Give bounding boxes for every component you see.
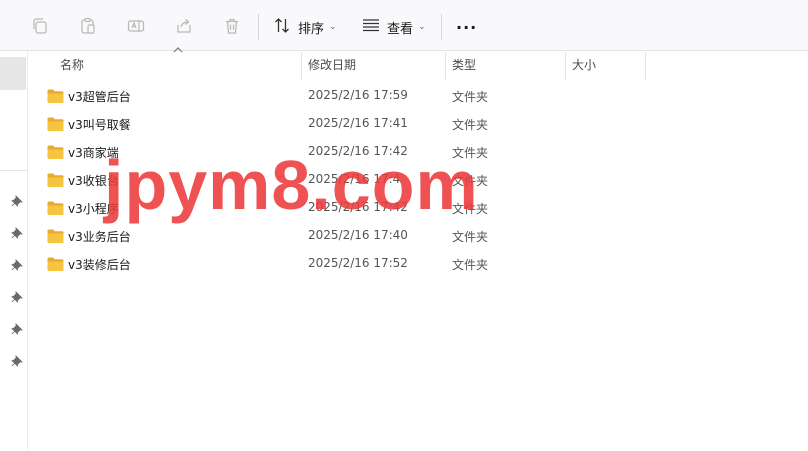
file-modified-date: 2025/2/16 17:4 [308, 172, 401, 186]
file-modified-date: 2025/2/16 17:40 [308, 228, 408, 242]
file-type: 文件夹 [452, 202, 489, 216]
file-modified-date: 2025/2/16 17:42 [308, 144, 408, 158]
copy-icon[interactable] [30, 16, 50, 36]
file-row[interactable]: v3装修后台 2025/2/16 17:52 文件夹 [40, 250, 560, 278]
column-header-type[interactable]: 类型 [452, 52, 564, 80]
folder-icon [47, 117, 64, 131]
nav-divider [0, 170, 28, 171]
file-type: 文件夹 [452, 118, 489, 132]
pin-icon [11, 355, 23, 367]
file-type: 文件夹 [452, 146, 489, 160]
column-header-date[interactable]: 修改日期 [308, 52, 444, 80]
toolbar-separator [258, 14, 259, 40]
paste-icon[interactable] [78, 16, 98, 36]
column-divider[interactable] [301, 52, 302, 80]
file-name: v3叫号取餐 [68, 118, 131, 132]
pin-icon [11, 323, 23, 335]
pin-icon [11, 227, 23, 239]
file-modified-date: 2025/2/16 17:41 [308, 116, 408, 130]
pin-icon [11, 291, 23, 303]
column-header-name[interactable]: 名称 [60, 52, 300, 80]
folder-icon [47, 173, 64, 187]
chevron-down-icon: ⌄ [329, 22, 337, 32]
sort-icon [274, 17, 291, 38]
file-name: v3商家端 [68, 146, 119, 160]
toolbar-separator [441, 14, 442, 40]
folder-icon [47, 201, 64, 215]
file-row[interactable]: v3收银台 2025/2/16 17:4 文件夹 [40, 166, 560, 194]
file-name: v3装修后台 [68, 258, 131, 272]
column-divider[interactable] [645, 52, 646, 80]
column-divider[interactable] [565, 52, 566, 80]
file-row[interactable]: v3商家端 2025/2/16 17:42 文件夹 [40, 138, 560, 166]
folder-icon [47, 257, 64, 271]
file-modified-date: 2025/2/16 17:59 [308, 88, 408, 102]
file-type: 文件夹 [452, 230, 489, 244]
folder-icon [47, 229, 64, 243]
navigation-pane [0, 51, 28, 451]
file-modified-date: 2025/2/16 17:42 [308, 200, 408, 214]
chevron-down-icon: ⌄ [418, 22, 426, 32]
view-button[interactable]: 查看 ⌄ [362, 15, 426, 39]
file-row[interactable]: v3业务后台 2025/2/16 17:40 文件夹 [40, 222, 560, 250]
file-modified-date: 2025/2/16 17:52 [308, 256, 408, 270]
file-type: 文件夹 [452, 258, 489, 272]
view-icon [362, 18, 380, 36]
sort-label: 排序 [298, 21, 325, 37]
more-icon: ··· [456, 17, 478, 37]
folder-icon [47, 89, 64, 103]
pin-icon [11, 259, 23, 271]
delete-icon[interactable] [222, 16, 242, 36]
share-icon[interactable] [174, 16, 194, 36]
pin-icon [11, 195, 23, 207]
nav-selected-item[interactable] [0, 57, 26, 90]
rename-icon[interactable] [126, 16, 146, 36]
file-row[interactable]: v3叫号取餐 2025/2/16 17:41 文件夹 [40, 110, 560, 138]
column-header-size[interactable]: 大小 [572, 52, 644, 80]
sort-button[interactable]: 排序 ⌄ [274, 15, 337, 39]
file-name: v3小程序 [68, 202, 119, 216]
view-label: 查看 [387, 21, 414, 37]
file-row[interactable]: v3超管后台 2025/2/16 17:59 文件夹 [40, 82, 560, 110]
file-type: 文件夹 [452, 174, 489, 188]
command-bar: 排序 ⌄ 查看 ⌄ ··· [0, 0, 808, 51]
folder-icon [47, 145, 64, 159]
file-type: 文件夹 [452, 90, 489, 104]
file-name: v3业务后台 [68, 230, 131, 244]
file-name: v3超管后台 [68, 90, 131, 104]
file-name: v3收银台 [68, 174, 119, 188]
column-divider[interactable] [445, 52, 446, 80]
file-row[interactable]: v3小程序 2025/2/16 17:42 文件夹 [40, 194, 560, 222]
more-options-button[interactable]: ··· [456, 15, 477, 39]
